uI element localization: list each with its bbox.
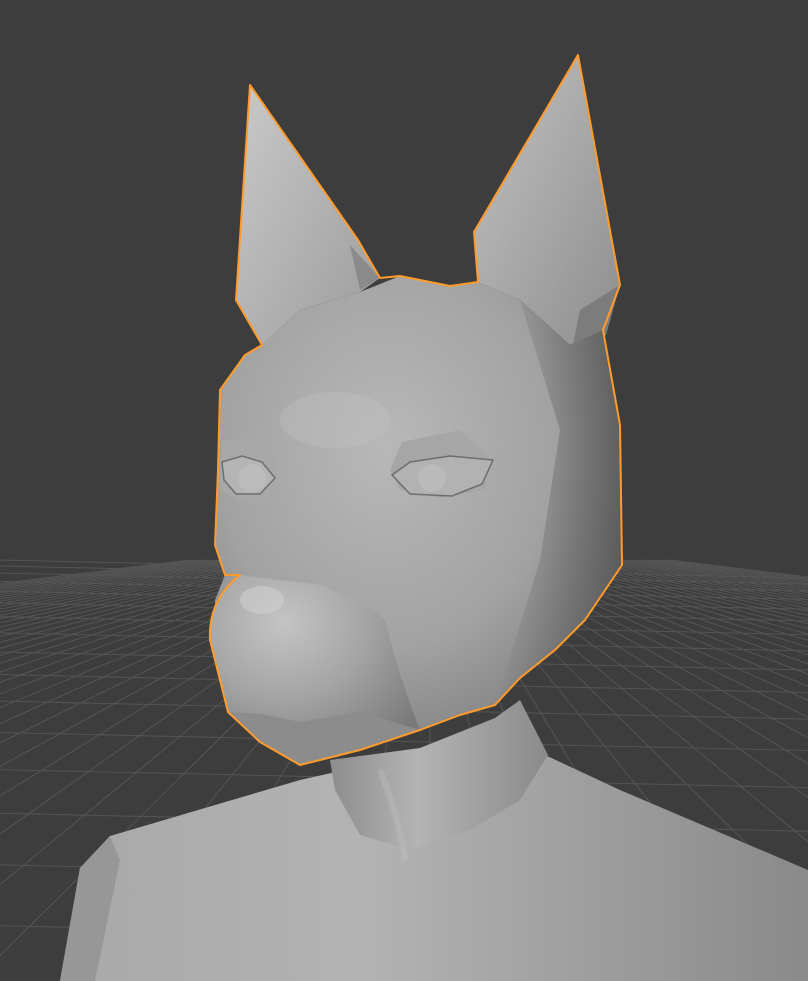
3d-viewport[interactable] — [0, 0, 808, 981]
forehead-highlight — [280, 392, 390, 448]
nose-highlight — [240, 586, 284, 614]
viewport-canvas[interactable] — [0, 0, 808, 981]
